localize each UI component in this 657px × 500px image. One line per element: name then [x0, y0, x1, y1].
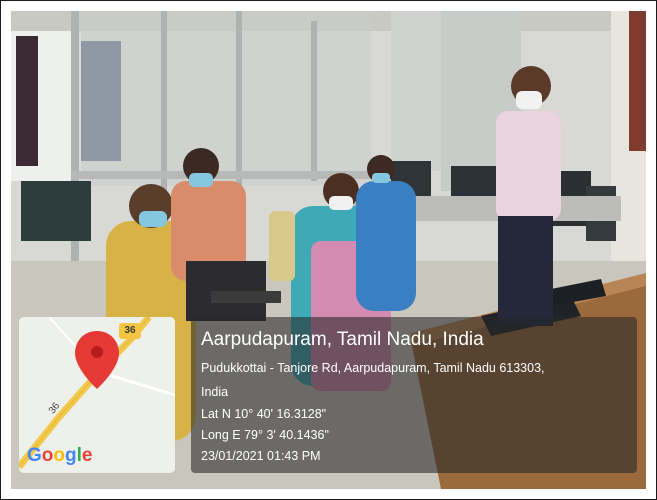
map-thumbnail[interactable]: 36 36 Google — [19, 317, 175, 473]
timestamp-text: 23/01/2021 01:43 PM — [201, 449, 321, 463]
latitude-text: Lat N 10° 40' 16.3128" — [201, 407, 327, 421]
chair — [269, 211, 295, 281]
logo-letter: o — [53, 445, 65, 466]
logo-letter: G — [27, 445, 42, 466]
route-shield-icon: 36 — [119, 323, 141, 339]
google-logo: Google — [27, 445, 92, 467]
longitude-text: Long E 79° 3' 40.1436" — [201, 428, 329, 442]
desk-left — [21, 181, 91, 241]
curtain-left — [16, 36, 38, 166]
presenter-shirt — [496, 111, 561, 221]
logo-letter: g — [65, 445, 77, 466]
logo-letter: o — [41, 445, 54, 466]
geotag-overlay: 36 36 Google Aarpudapuram, Tamil Nadu, I… — [19, 317, 637, 483]
address-line-1: Pudukkottai - Tanjore Rd, Aarpudapuram, … — [201, 361, 545, 375]
presenter-trousers — [498, 216, 553, 326]
logo-letter: e — [81, 445, 93, 466]
address-line-2: India — [201, 385, 229, 399]
place-title: Aarpudapuram, Tamil Nadu, India — [201, 329, 484, 350]
image-frame: 36 36 Google Aarpudapuram, Tamil Nadu, I… — [0, 0, 657, 500]
location-info-panel: Aarpudapuram, Tamil Nadu, India Pudukkot… — [191, 317, 637, 473]
person-blue — [356, 181, 416, 311]
